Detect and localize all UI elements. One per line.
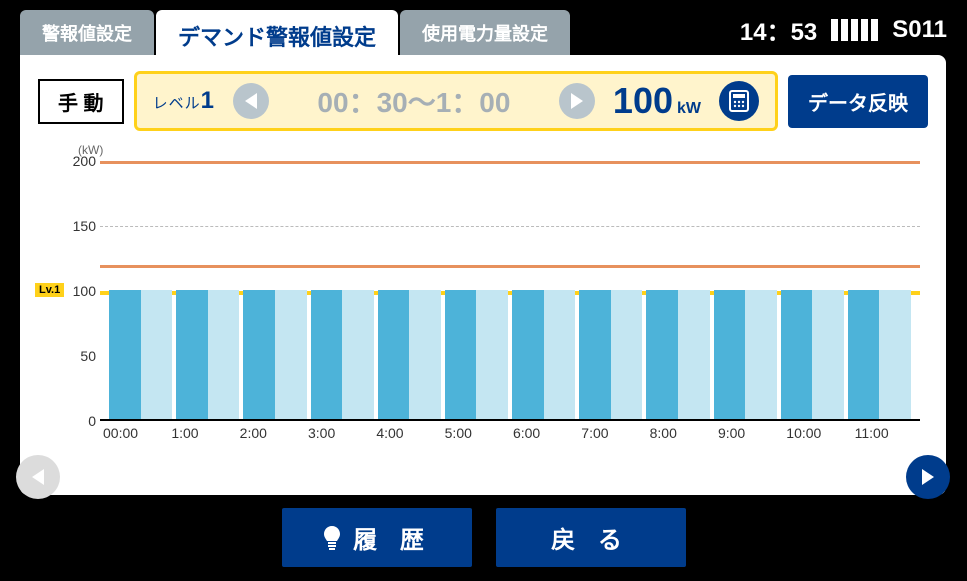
y-tick: 50	[38, 348, 96, 364]
bar-first-half	[781, 290, 813, 419]
back-button[interactable]: 戻 る	[496, 508, 686, 567]
control-row: 手 動 レベル1 00：30～1：00 100kW データ反映	[38, 71, 928, 131]
bar-second-half	[879, 290, 911, 419]
x-tick: 10:00	[783, 425, 851, 441]
bar-group	[107, 161, 913, 419]
bar-second-half	[544, 290, 576, 419]
bulb-icon	[321, 525, 343, 551]
bar-first-half	[445, 290, 477, 419]
bar-first-half	[646, 290, 678, 419]
bar-first-half	[109, 290, 141, 419]
bar-second-half	[342, 290, 374, 419]
x-tick: 11:00	[852, 425, 920, 441]
x-tick: 3:00	[305, 425, 373, 441]
bottom-button-row: 履 歴 戻 る	[0, 508, 967, 567]
bar-slot	[779, 161, 846, 419]
x-tick: 8:00	[647, 425, 715, 441]
bar-second-half	[409, 290, 441, 419]
bar-slot	[107, 161, 174, 419]
bar-second-half	[812, 290, 844, 419]
calculator-icon	[729, 90, 749, 112]
y-tick: 0	[38, 413, 96, 429]
bar-second-half	[611, 290, 643, 419]
bar-first-half	[176, 290, 208, 419]
bar-slot	[577, 161, 644, 419]
bar-first-half	[512, 290, 544, 419]
plot-area	[100, 161, 920, 421]
apply-button[interactable]: データ反映	[788, 75, 928, 128]
bar-first-half	[243, 290, 275, 419]
time-prev-button[interactable]	[233, 83, 269, 119]
bar-second-half	[275, 290, 307, 419]
bar-second-half	[476, 290, 508, 419]
bar-slot	[174, 161, 241, 419]
x-axis-ticks: 00:001:002:003:004:005:006:007:008:009:0…	[100, 425, 920, 441]
level-label: レベル1	[153, 87, 215, 115]
y-tick: 150	[38, 218, 96, 234]
bar-slot	[712, 161, 779, 419]
bar-second-half	[745, 290, 777, 419]
bar-second-half	[678, 290, 710, 419]
screen-id: S011	[892, 16, 947, 44]
chart: (kW) 050100150200 Lv.1 00:001:002:003:00…	[38, 143, 928, 473]
bar-first-half	[579, 290, 611, 419]
level-selector: レベル1 00：30～1：00 100kW	[134, 71, 778, 131]
bar-first-half	[378, 290, 410, 419]
mode-indicator[interactable]: 手 動	[38, 79, 124, 124]
clock: 14：53	[740, 12, 817, 47]
bar-first-half	[848, 290, 880, 419]
history-button[interactable]: 履 歴	[282, 508, 472, 567]
bar-slot	[443, 161, 510, 419]
bar-slot	[241, 161, 308, 419]
x-tick: 9:00	[715, 425, 783, 441]
x-tick: 6:00	[510, 425, 578, 441]
x-tick: 00:00	[100, 425, 168, 441]
x-tick: 1:00	[168, 425, 236, 441]
x-tick: 4:00	[373, 425, 441, 441]
bar-second-half	[208, 290, 240, 419]
bar-slot	[846, 161, 913, 419]
x-tick: 5:00	[442, 425, 510, 441]
bar-first-half	[311, 290, 343, 419]
x-tick: 7:00	[578, 425, 646, 441]
level-marker-badge: Lv.1	[35, 283, 64, 297]
bar-slot	[376, 161, 443, 419]
chart-prev-button[interactable]	[16, 455, 60, 499]
time-range-display: 00：30～1：00	[287, 81, 541, 121]
bar-first-half	[714, 290, 746, 419]
bar-slot	[644, 161, 711, 419]
bar-slot	[510, 161, 577, 419]
status-bar: 14：53 S011	[740, 12, 947, 47]
chart-next-button[interactable]	[906, 455, 950, 499]
y-tick: 200	[38, 153, 96, 169]
value-display: 100kW	[613, 80, 701, 122]
signal-icon	[831, 19, 878, 41]
calculator-button[interactable]	[719, 81, 759, 121]
main-panel: 手 動 レベル1 00：30～1：00 100kW データ反映	[20, 55, 946, 495]
time-next-button[interactable]	[559, 83, 595, 119]
bar-second-half	[141, 290, 173, 419]
bar-slot	[309, 161, 376, 419]
x-tick: 2:00	[237, 425, 305, 441]
